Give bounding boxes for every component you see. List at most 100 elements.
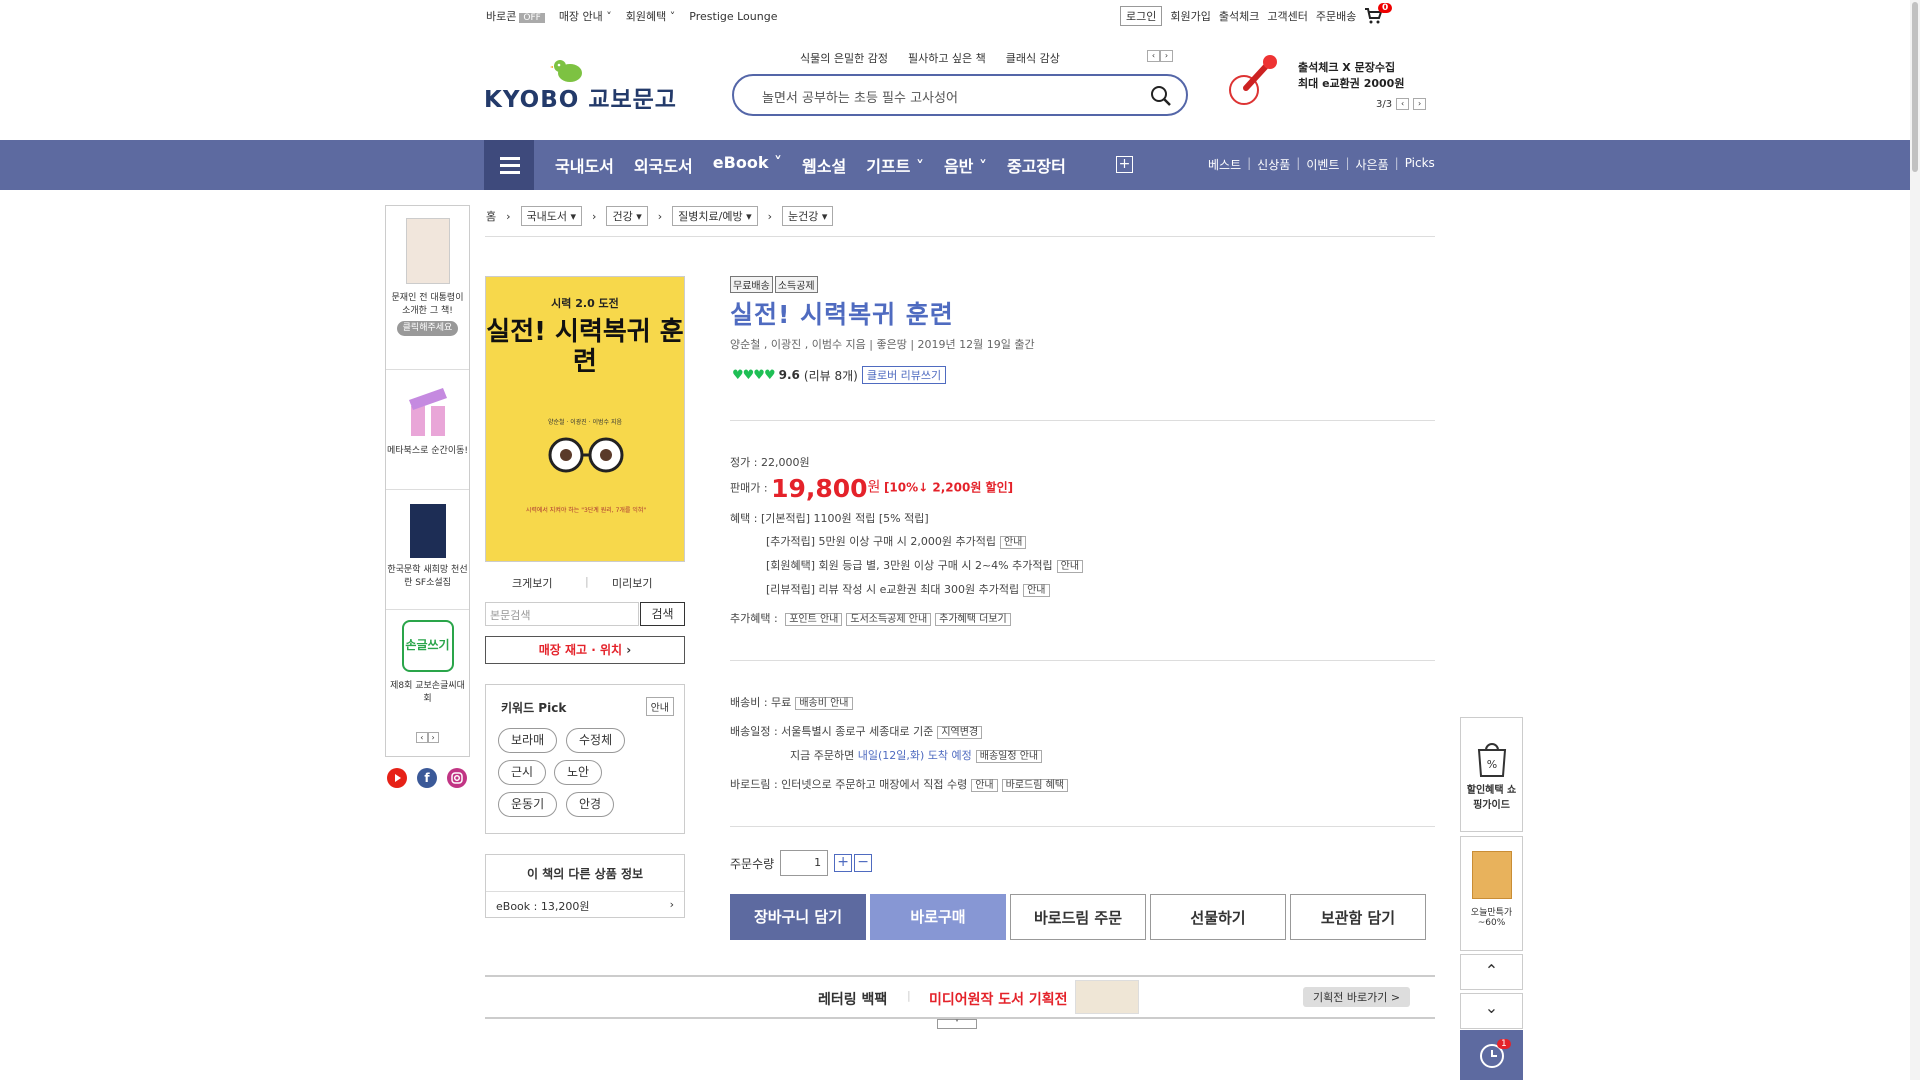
scrollbar[interactable]: [1910, 0, 1920, 1080]
search-input[interactable]: 놀면서 공부하는 초등 필수 고사성어: [762, 87, 958, 106]
review-count[interactable]: (리뷰 8개): [804, 367, 858, 384]
breadcrumb-dropdown[interactable]: 질병치료/예방 ▾: [672, 206, 758, 226]
recent-history-button[interactable]: 1: [1460, 1030, 1523, 1080]
hamburger-icon[interactable]: [484, 140, 534, 190]
prev-icon[interactable]: ‹: [1396, 98, 1410, 110]
breadcrumb-dropdown[interactable]: 눈건강 ▾: [782, 206, 834, 226]
nav-link[interactable]: 사은품: [1356, 156, 1389, 173]
write-review-button[interactable]: 클로버 리뷰쓰기: [861, 366, 947, 384]
youtube-icon[interactable]: [387, 768, 407, 788]
instagram-icon[interactable]: [447, 768, 467, 788]
banner-item-handwriting[interactable]: 손글쓰기 제8회 교보손글씨대회: [386, 620, 469, 706]
guide-button[interactable]: 안내: [1023, 584, 1050, 597]
scrollbar-thumb[interactable]: [1912, 2, 1918, 172]
nav-item-music[interactable]: 음반 ˅: [944, 153, 987, 177]
keyword-tag[interactable]: 수정체: [566, 728, 626, 753]
keyword-pick-guide-button[interactable]: 안내: [645, 697, 674, 716]
breadcrumb-dropdown[interactable]: 국내도서 ▾: [520, 206, 583, 226]
content-search-button[interactable]: 검색: [640, 602, 685, 626]
tax-guide-button[interactable]: 도서소득공제 안내: [846, 613, 932, 626]
prev-icon[interactable]: ‹: [416, 732, 428, 743]
nav-item[interactable]: 외국도서: [634, 153, 693, 177]
breadcrumb-dropdown[interactable]: 건강 ▾: [606, 206, 648, 226]
barocon-toggle[interactable]: 바로콘 OFF: [486, 8, 545, 24]
bottom-banner[interactable]: 레터링 백팩 | 미디어원작 도서 기획전 기획전 바로가기 > ˅: [485, 975, 1435, 1029]
chevron-down-icon[interactable]: ˅: [937, 1019, 977, 1029]
kyobo-logo[interactable]: KYOBO 교보문고: [484, 80, 677, 114]
keyword-tag[interactable]: 근시: [498, 760, 547, 785]
store-stock-button[interactable]: 매장 재고 · 위치 ›: [485, 636, 685, 664]
ebook-link[interactable]: eBook : 13,200원 ›: [486, 891, 684, 920]
member-benefit-menu[interactable]: 회원혜택 ˅: [626, 8, 675, 24]
keyword-tag[interactable]: 안경: [566, 792, 615, 817]
banner-item-book[interactable]: 문재인 전 대통령이 소개한 그 책! 클릭해주세요: [386, 218, 469, 336]
next-icon[interactable]: ›: [1160, 50, 1173, 62]
store-guide-menu[interactable]: 매장 안내 ˅: [559, 8, 612, 24]
keyword-link[interactable]: 식물의 은밀한 감정: [800, 50, 888, 66]
nav-item[interactable]: 국내도서: [555, 153, 614, 177]
keyword-link[interactable]: 클래식 감상: [1006, 50, 1060, 66]
point-guide-button[interactable]: 포인트 안내: [785, 613, 843, 626]
banner-click-button[interactable]: 클릭해주세요: [396, 321, 459, 336]
qty-input[interactable]: 1: [780, 850, 829, 876]
shopping-guide-button[interactable]: % 할인혜택 쇼핑가이드: [1460, 717, 1523, 832]
search-icon[interactable]: [1150, 85, 1172, 107]
nav-link[interactable]: 신상품: [1257, 156, 1290, 173]
nav-item[interactable]: 중고장터: [1007, 153, 1066, 177]
today-deal-button[interactable]: 오늘만특가 ~60%: [1460, 836, 1523, 951]
nav-item-gift[interactable]: 기프트 ˅: [866, 153, 924, 177]
buy-now-button[interactable]: 바로구매: [870, 894, 1006, 940]
next-icon[interactable]: ›: [427, 732, 439, 743]
schedule-guide-button[interactable]: 배송일정 안내: [975, 750, 1043, 763]
delivery-fee-guide-button[interactable]: 배송비 안내: [795, 697, 853, 710]
plus-icon[interactable]: +: [834, 854, 853, 872]
banner-item-metabooks[interactable]: 메타북스로 순간이동!: [386, 378, 469, 458]
keyword-tag[interactable]: 보라매: [498, 728, 558, 753]
plus-icon[interactable]: +: [1116, 156, 1133, 173]
attendance-link[interactable]: 출석체크: [1219, 8, 1259, 24]
barodrim-order-button[interactable]: 바로드림 주문: [1010, 894, 1146, 940]
add-to-cart-button[interactable]: 장바구니 담기: [730, 894, 866, 940]
prev-icon[interactable]: ‹: [1147, 50, 1160, 62]
login-button[interactable]: 로그인: [1120, 6, 1163, 26]
join-link[interactable]: 회원가입: [1170, 8, 1210, 24]
guide-button[interactable]: 안내: [999, 536, 1027, 549]
today-deal-label: 오늘만특가 ~60%: [1470, 908, 1513, 928]
region-change-button[interactable]: 지역변경: [937, 726, 983, 739]
content-search-input[interactable]: 본문검색: [485, 602, 639, 626]
cart-icon[interactable]: 0: [1364, 3, 1393, 24]
scroll-up-icon[interactable]: ⌃: [1460, 954, 1523, 990]
exhibition-link-button[interactable]: 기획전 바로가기 >: [1303, 987, 1411, 1007]
scroll-down-icon[interactable]: ⌄: [1460, 993, 1523, 1029]
chevron-right-icon: ›: [626, 643, 632, 657]
customer-center-link[interactable]: 고객센터: [1267, 8, 1307, 24]
preview-button[interactable]: 미리보기: [612, 575, 652, 591]
prestige-link[interactable]: Prestige Lounge: [689, 10, 777, 23]
facebook-icon[interactable]: f: [417, 768, 437, 788]
wishlist-button[interactable]: 보관함 담기: [1290, 894, 1426, 940]
keyword-tag[interactable]: 운동기: [498, 792, 558, 817]
gift-button[interactable]: 선물하기: [1150, 894, 1286, 940]
breadcrumb-home[interactable]: 홈: [486, 208, 496, 224]
more-benefits-button[interactable]: 추가혜택 더보기: [935, 613, 1011, 626]
promo-banner[interactable]: 출석체크 X 문장수집 최대 e교환권 2000원: [1298, 60, 1404, 92]
store-guide-label: 매장 안내: [558, 10, 603, 23]
search-bar[interactable]: 놀면서 공부하는 초등 필수 고사성어: [732, 74, 1188, 116]
book-cover[interactable]: 시력 2.0 도전 실전! 시력복귀 훈련 양순철 · 이광진 · 이범수 지음…: [485, 276, 685, 562]
next-icon[interactable]: ›: [1413, 98, 1427, 110]
barodrim-benefit-button[interactable]: 바로드림 혜택: [1001, 779, 1069, 792]
nav-item[interactable]: 웹소설: [802, 153, 846, 177]
keyword-tag[interactable]: 노안: [554, 760, 603, 785]
nav-link[interactable]: 이벤트: [1306, 156, 1339, 173]
nav-link[interactable]: 베스트: [1208, 156, 1241, 173]
order-delivery-link[interactable]: 주문배송: [1316, 8, 1356, 24]
chevron-down-icon: ˅: [669, 10, 676, 23]
zoom-button[interactable]: 크게보기: [512, 575, 552, 591]
keyword-link[interactable]: 필사하고 싶은 책: [908, 50, 986, 66]
minus-icon[interactable]: −: [854, 854, 873, 872]
guide-button[interactable]: 안내: [971, 779, 998, 792]
nav-item-ebook[interactable]: eBook ˅: [713, 153, 782, 177]
banner-item-sf[interactable]: 한국문학 새희망 천선란 SF소설집: [386, 504, 469, 590]
guide-button[interactable]: 안내: [1056, 560, 1084, 573]
nav-link[interactable]: Picks: [1405, 156, 1435, 173]
